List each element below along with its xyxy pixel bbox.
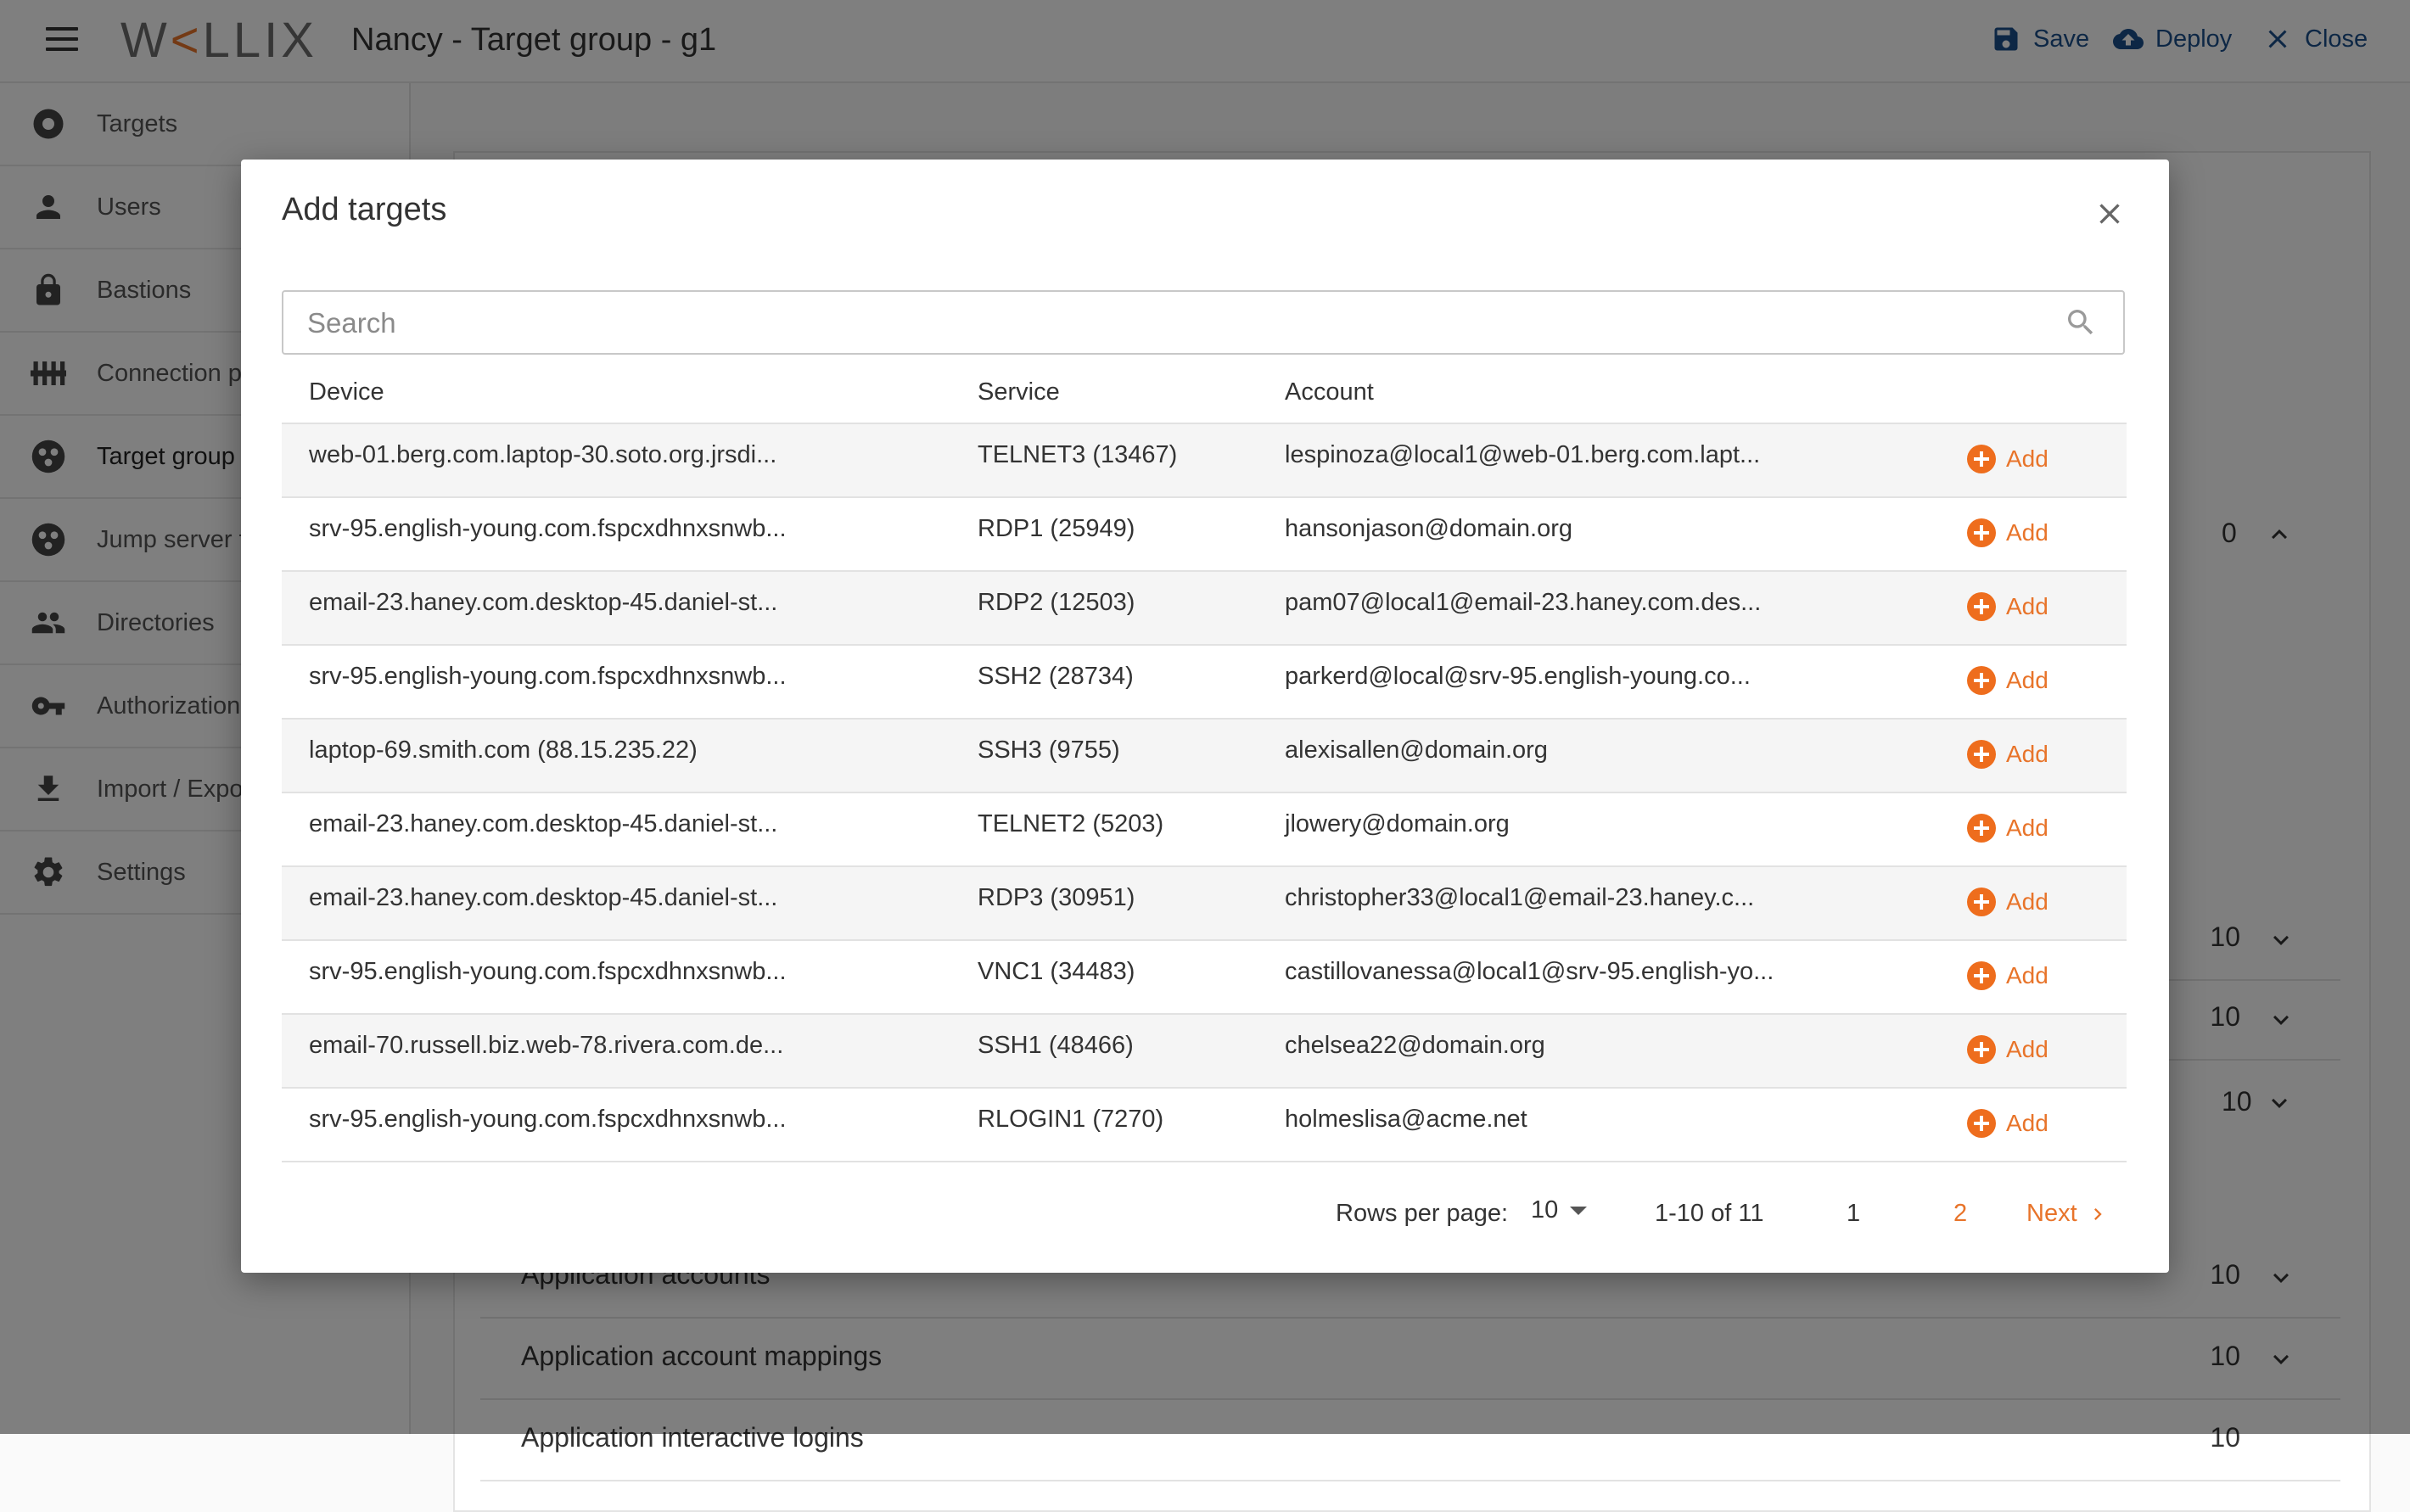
service-cell: VNC1 (34483) [978, 958, 1135, 985]
column-header-service[interactable]: Service [978, 378, 1060, 406]
page-range: 1-10 of 11 [1655, 1200, 1764, 1227]
table-row: srv-95.english-young.com.fspcxdhnxsnwb..… [282, 941, 2127, 1015]
next-page-button[interactable]: Next [2026, 1200, 2110, 1228]
device-cell: srv-95.english-young.com.fspcxdhnxsnwb..… [309, 663, 787, 690]
table-row: email-70.russell.biz.web-78.rivera.com.d… [282, 1015, 2127, 1089]
next-label: Next [2026, 1200, 2077, 1227]
device-cell: email-23.haney.com.desktop-45.daniel-st.… [309, 810, 778, 837]
search-input[interactable] [305, 302, 2006, 344]
table-header: Device Service Account [282, 368, 2127, 424]
add-button[interactable]: Add [1967, 814, 2048, 843]
service-cell: SSH3 (9755) [978, 736, 1120, 764]
table-row: srv-95.english-young.com.fspcxdhnxsnwb..… [282, 498, 2127, 572]
device-cell: laptop-69.smith.com (88.15.235.22) [309, 736, 698, 764]
search-field [282, 290, 2125, 355]
service-cell: RDP3 (30951) [978, 884, 1135, 911]
add-circle-icon [1967, 961, 1996, 990]
add-button[interactable]: Add [1967, 1035, 2048, 1064]
account-cell: pam07@local1@email-23.haney.com.des... [1285, 589, 1762, 616]
service-cell: TELNET3 (13467) [978, 441, 1178, 468]
device-cell: email-23.haney.com.desktop-45.daniel-st.… [309, 884, 778, 911]
service-cell: SSH2 (28734) [978, 663, 1134, 690]
column-header-device[interactable]: Device [309, 378, 384, 406]
targets-table: Device Service Account web-01.berg.com.l… [282, 368, 2127, 1162]
page-2-button[interactable]: 2 [1953, 1200, 1967, 1228]
add-label: Add [2006, 815, 2048, 841]
account-cell: chelsea22@domain.org [1285, 1032, 1545, 1059]
table-row: laptop-69.smith.com (88.15.235.22) SSH3 … [282, 720, 2127, 793]
add-button[interactable]: Add [1967, 666, 2048, 695]
rows-per-page-select[interactable]: 10 [1531, 1196, 1588, 1224]
page-1-button[interactable]: 1 [1847, 1200, 1860, 1228]
add-circle-icon [1967, 740, 1996, 769]
account-cell: jlowery@domain.org [1285, 810, 1510, 837]
add-circle-icon [1967, 666, 1996, 695]
device-cell: email-23.haney.com.desktop-45.daniel-st.… [309, 589, 778, 616]
rows-per-page-label: Rows per page: [1336, 1200, 1509, 1227]
add-circle-icon [1967, 592, 1996, 621]
service-cell: RLOGIN1 (7270) [978, 1106, 1164, 1133]
close-icon[interactable] [2093, 197, 2127, 231]
add-label: Add [2006, 445, 2048, 472]
table-row: web-01.berg.com.laptop-30.soto.org.jrsdi… [282, 424, 2127, 498]
add-button[interactable]: Add [1967, 961, 2048, 990]
service-cell: RDP1 (25949) [978, 515, 1135, 542]
account-cell: lespinoza@local1@web-01.berg.com.lapt... [1285, 441, 1761, 468]
add-button[interactable]: Add [1967, 592, 2048, 621]
search-icon[interactable] [2064, 305, 2098, 339]
device-cell: email-70.russell.biz.web-78.rivera.com.d… [309, 1032, 784, 1059]
pagination: Rows per page: 10 1-10 of 11 1 2 Next [241, 1196, 2169, 1239]
table-row: email-23.haney.com.desktop-45.daniel-st.… [282, 793, 2127, 867]
account-cell: alexisallen@domain.org [1285, 736, 1548, 764]
add-circle-icon [1967, 888, 1996, 916]
add-label: Add [2006, 593, 2048, 619]
column-header-account[interactable]: Account [1285, 378, 1374, 406]
service-cell: SSH1 (48466) [978, 1032, 1134, 1059]
rows-per-page-value: 10 [1531, 1196, 1559, 1224]
service-cell: RDP2 (12503) [978, 589, 1135, 616]
add-button[interactable]: Add [1967, 518, 2048, 547]
device-cell: srv-95.english-young.com.fspcxdhnxsnwb..… [309, 1106, 787, 1133]
add-targets-dialog: Add targets Device Service Account web-0… [241, 160, 2169, 1273]
account-cell: parkerd@local@srv-95.english-young.co... [1285, 663, 1751, 690]
add-label: Add [2006, 1036, 2048, 1062]
add-button[interactable]: Add [1967, 1109, 2048, 1138]
dialog-title: Add targets [282, 192, 447, 227]
table-row: srv-95.english-young.com.fspcxdhnxsnwb..… [282, 1089, 2127, 1162]
add-circle-icon [1967, 1035, 1996, 1064]
account-cell: christopher33@local1@email-23.haney.c... [1285, 884, 1755, 911]
add-circle-icon [1967, 1109, 1996, 1138]
table-row: srv-95.english-young.com.fspcxdhnxsnwb..… [282, 646, 2127, 720]
chevron-right-icon [2093, 1207, 2102, 1220]
account-cell: castillovanessa@local1@srv-95.english-yo… [1285, 958, 1774, 985]
device-cell: web-01.berg.com.laptop-30.soto.org.jrsdi… [309, 441, 777, 468]
add-circle-icon [1967, 445, 1996, 473]
account-cell: holmeslisa@acme.net [1285, 1106, 1527, 1133]
account-cell: hansonjason@domain.org [1285, 515, 1572, 542]
table-row: email-23.haney.com.desktop-45.daniel-st.… [282, 572, 2127, 646]
add-label: Add [2006, 741, 2048, 767]
add-circle-icon [1967, 814, 1996, 843]
add-button[interactable]: Add [1967, 445, 2048, 473]
device-cell: srv-95.english-young.com.fspcxdhnxsnwb..… [309, 958, 787, 985]
service-cell: TELNET2 (5203) [978, 810, 1164, 837]
add-button[interactable]: Add [1967, 888, 2048, 916]
add-circle-icon [1967, 518, 1996, 547]
table-row: email-23.haney.com.desktop-45.daniel-st.… [282, 867, 2127, 941]
add-button[interactable]: Add [1967, 740, 2048, 769]
device-cell: srv-95.english-young.com.fspcxdhnxsnwb..… [309, 515, 787, 542]
add-label: Add [2006, 888, 2048, 915]
add-label: Add [2006, 1110, 2048, 1136]
add-label: Add [2006, 962, 2048, 988]
add-label: Add [2006, 667, 2048, 693]
caret-down-icon [1570, 1206, 1588, 1215]
add-label: Add [2006, 519, 2048, 546]
